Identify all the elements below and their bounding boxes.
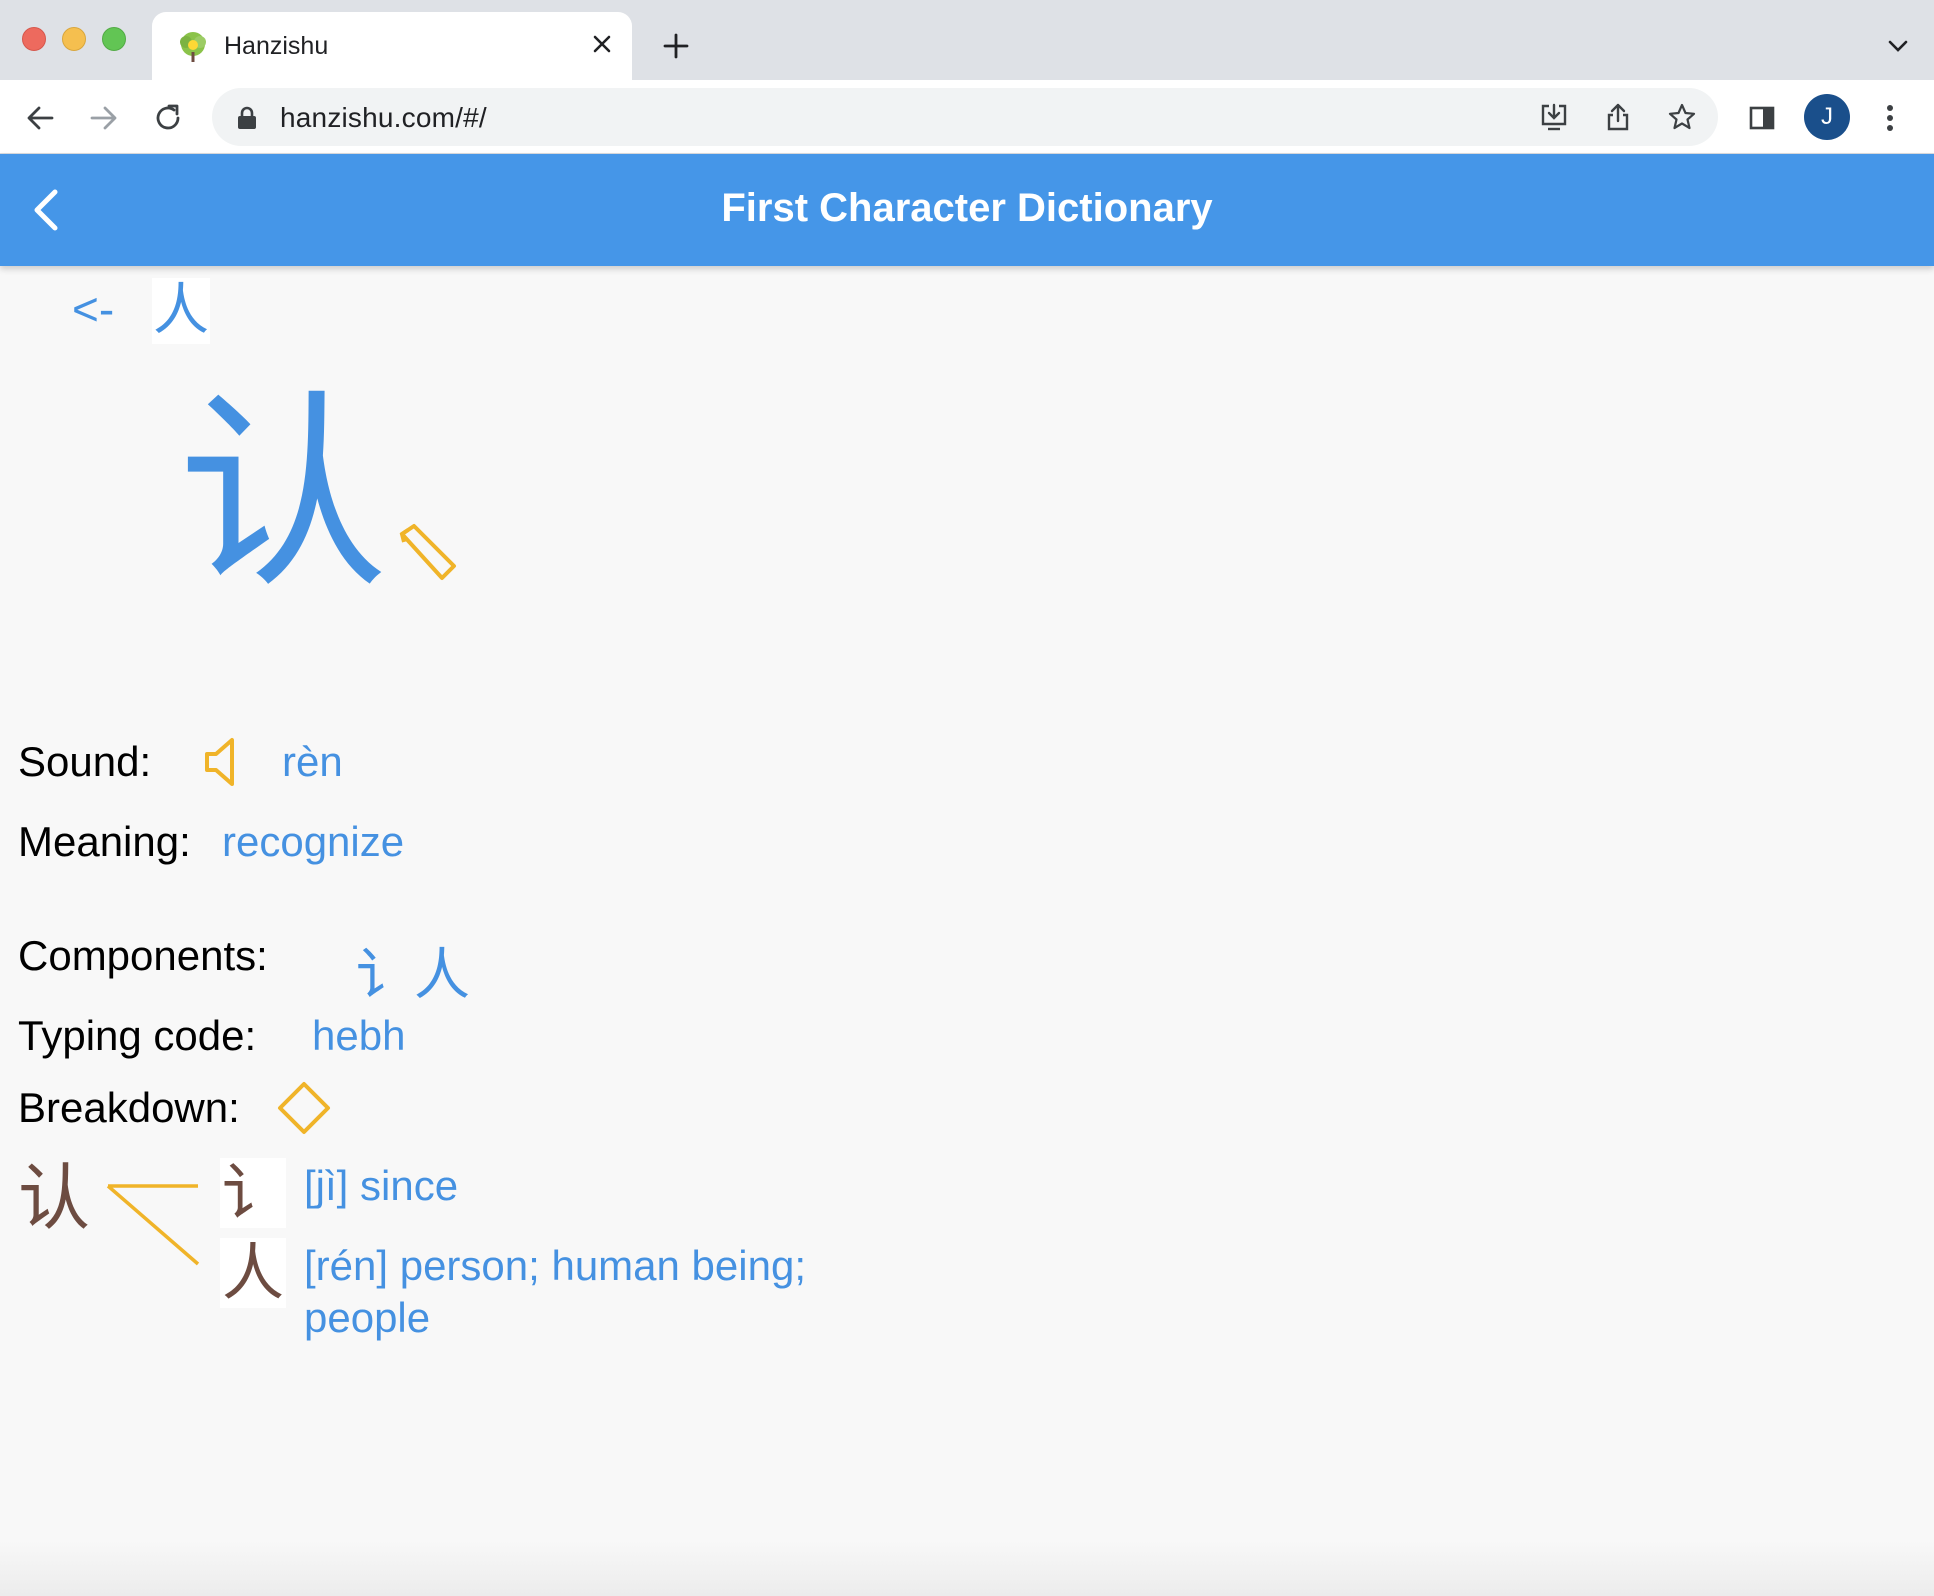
breakdown-connector-lines xyxy=(106,1184,200,1266)
bottom-edge-shade xyxy=(0,1540,1934,1596)
tab-close-button[interactable] xyxy=(584,26,620,62)
star-icon xyxy=(1668,103,1696,130)
prev-char-arrow[interactable]: <- xyxy=(72,282,114,336)
tab-title: Hanzishu xyxy=(224,32,329,60)
breakdown-main-char: 认 xyxy=(18,1156,91,1240)
window-close-button[interactable] xyxy=(22,27,46,51)
breakdown-part-char[interactable]: 人 xyxy=(220,1238,286,1308)
breakdown-part-char[interactable]: 讠 xyxy=(220,1158,286,1228)
plus-icon xyxy=(663,33,689,59)
browser-tab[interactable]: Hanzishu xyxy=(152,12,632,80)
share-button[interactable] xyxy=(1598,97,1638,137)
browser-tab-bar: Hanzishu xyxy=(0,0,1934,80)
back-nav-button[interactable] xyxy=(18,96,62,140)
browser-toolbar: hanzishu.com/#/ J xyxy=(0,80,1934,154)
window-minimize-button[interactable] xyxy=(62,27,86,51)
page-title: First Character Dictionary xyxy=(721,186,1213,230)
address-bar[interactable]: hanzishu.com/#/ xyxy=(212,88,1718,146)
sound-label: Sound: xyxy=(18,738,152,785)
tag-icon[interactable] xyxy=(392,520,460,588)
chevron-down-icon xyxy=(1888,40,1908,52)
tab-search-button[interactable] xyxy=(1882,30,1914,62)
forward-nav-button[interactable] xyxy=(82,96,126,140)
component-char[interactable]: 人 xyxy=(414,930,470,1011)
components-label: Components: xyxy=(18,932,268,979)
reload-button[interactable] xyxy=(146,96,190,140)
meaning-label: Meaning: xyxy=(18,818,191,865)
typing-code-value: hebh xyxy=(312,1012,406,1059)
arrow-right-icon xyxy=(90,106,117,130)
breakdown-label: Breakdown: xyxy=(18,1084,240,1131)
bookmark-button[interactable] xyxy=(1662,97,1702,137)
url-text[interactable]: hanzishu.com/#/ xyxy=(280,102,487,134)
typing-code-label: Typing code: xyxy=(18,1012,257,1059)
breakdown-part-text: [rén] person; human being; people xyxy=(304,1242,806,1341)
diamond-icon[interactable] xyxy=(276,1080,332,1136)
lock-icon xyxy=(238,106,256,129)
side-panel-icon xyxy=(1749,106,1775,130)
tree-favicon-icon xyxy=(180,32,206,62)
download-to-screen-icon xyxy=(1541,103,1567,131)
install-app-button[interactable] xyxy=(1534,97,1574,137)
speaker-icon[interactable] xyxy=(204,736,238,788)
breakdown-part-text: [jì] since xyxy=(304,1162,459,1209)
sound-value: rèn xyxy=(282,738,343,785)
profile-avatar[interactable]: J xyxy=(1804,94,1850,140)
new-tab-button[interactable] xyxy=(656,26,696,66)
app-header: First Character Dictionary xyxy=(0,154,1934,266)
more-vertical-icon xyxy=(1887,105,1893,131)
main-character: 认 xyxy=(178,372,389,617)
share-icon xyxy=(1607,103,1629,131)
component-char[interactable]: 讠 xyxy=(356,930,412,1011)
side-panel-button[interactable] xyxy=(1740,96,1784,140)
meaning-value: recognize xyxy=(222,818,405,865)
close-icon xyxy=(593,35,611,53)
reload-icon xyxy=(156,104,180,130)
prev-char-link[interactable]: 人 xyxy=(152,278,210,344)
browser-menu-button[interactable] xyxy=(1868,96,1912,140)
arrow-left-icon xyxy=(27,106,54,130)
window-maximize-button[interactable] xyxy=(102,27,126,51)
